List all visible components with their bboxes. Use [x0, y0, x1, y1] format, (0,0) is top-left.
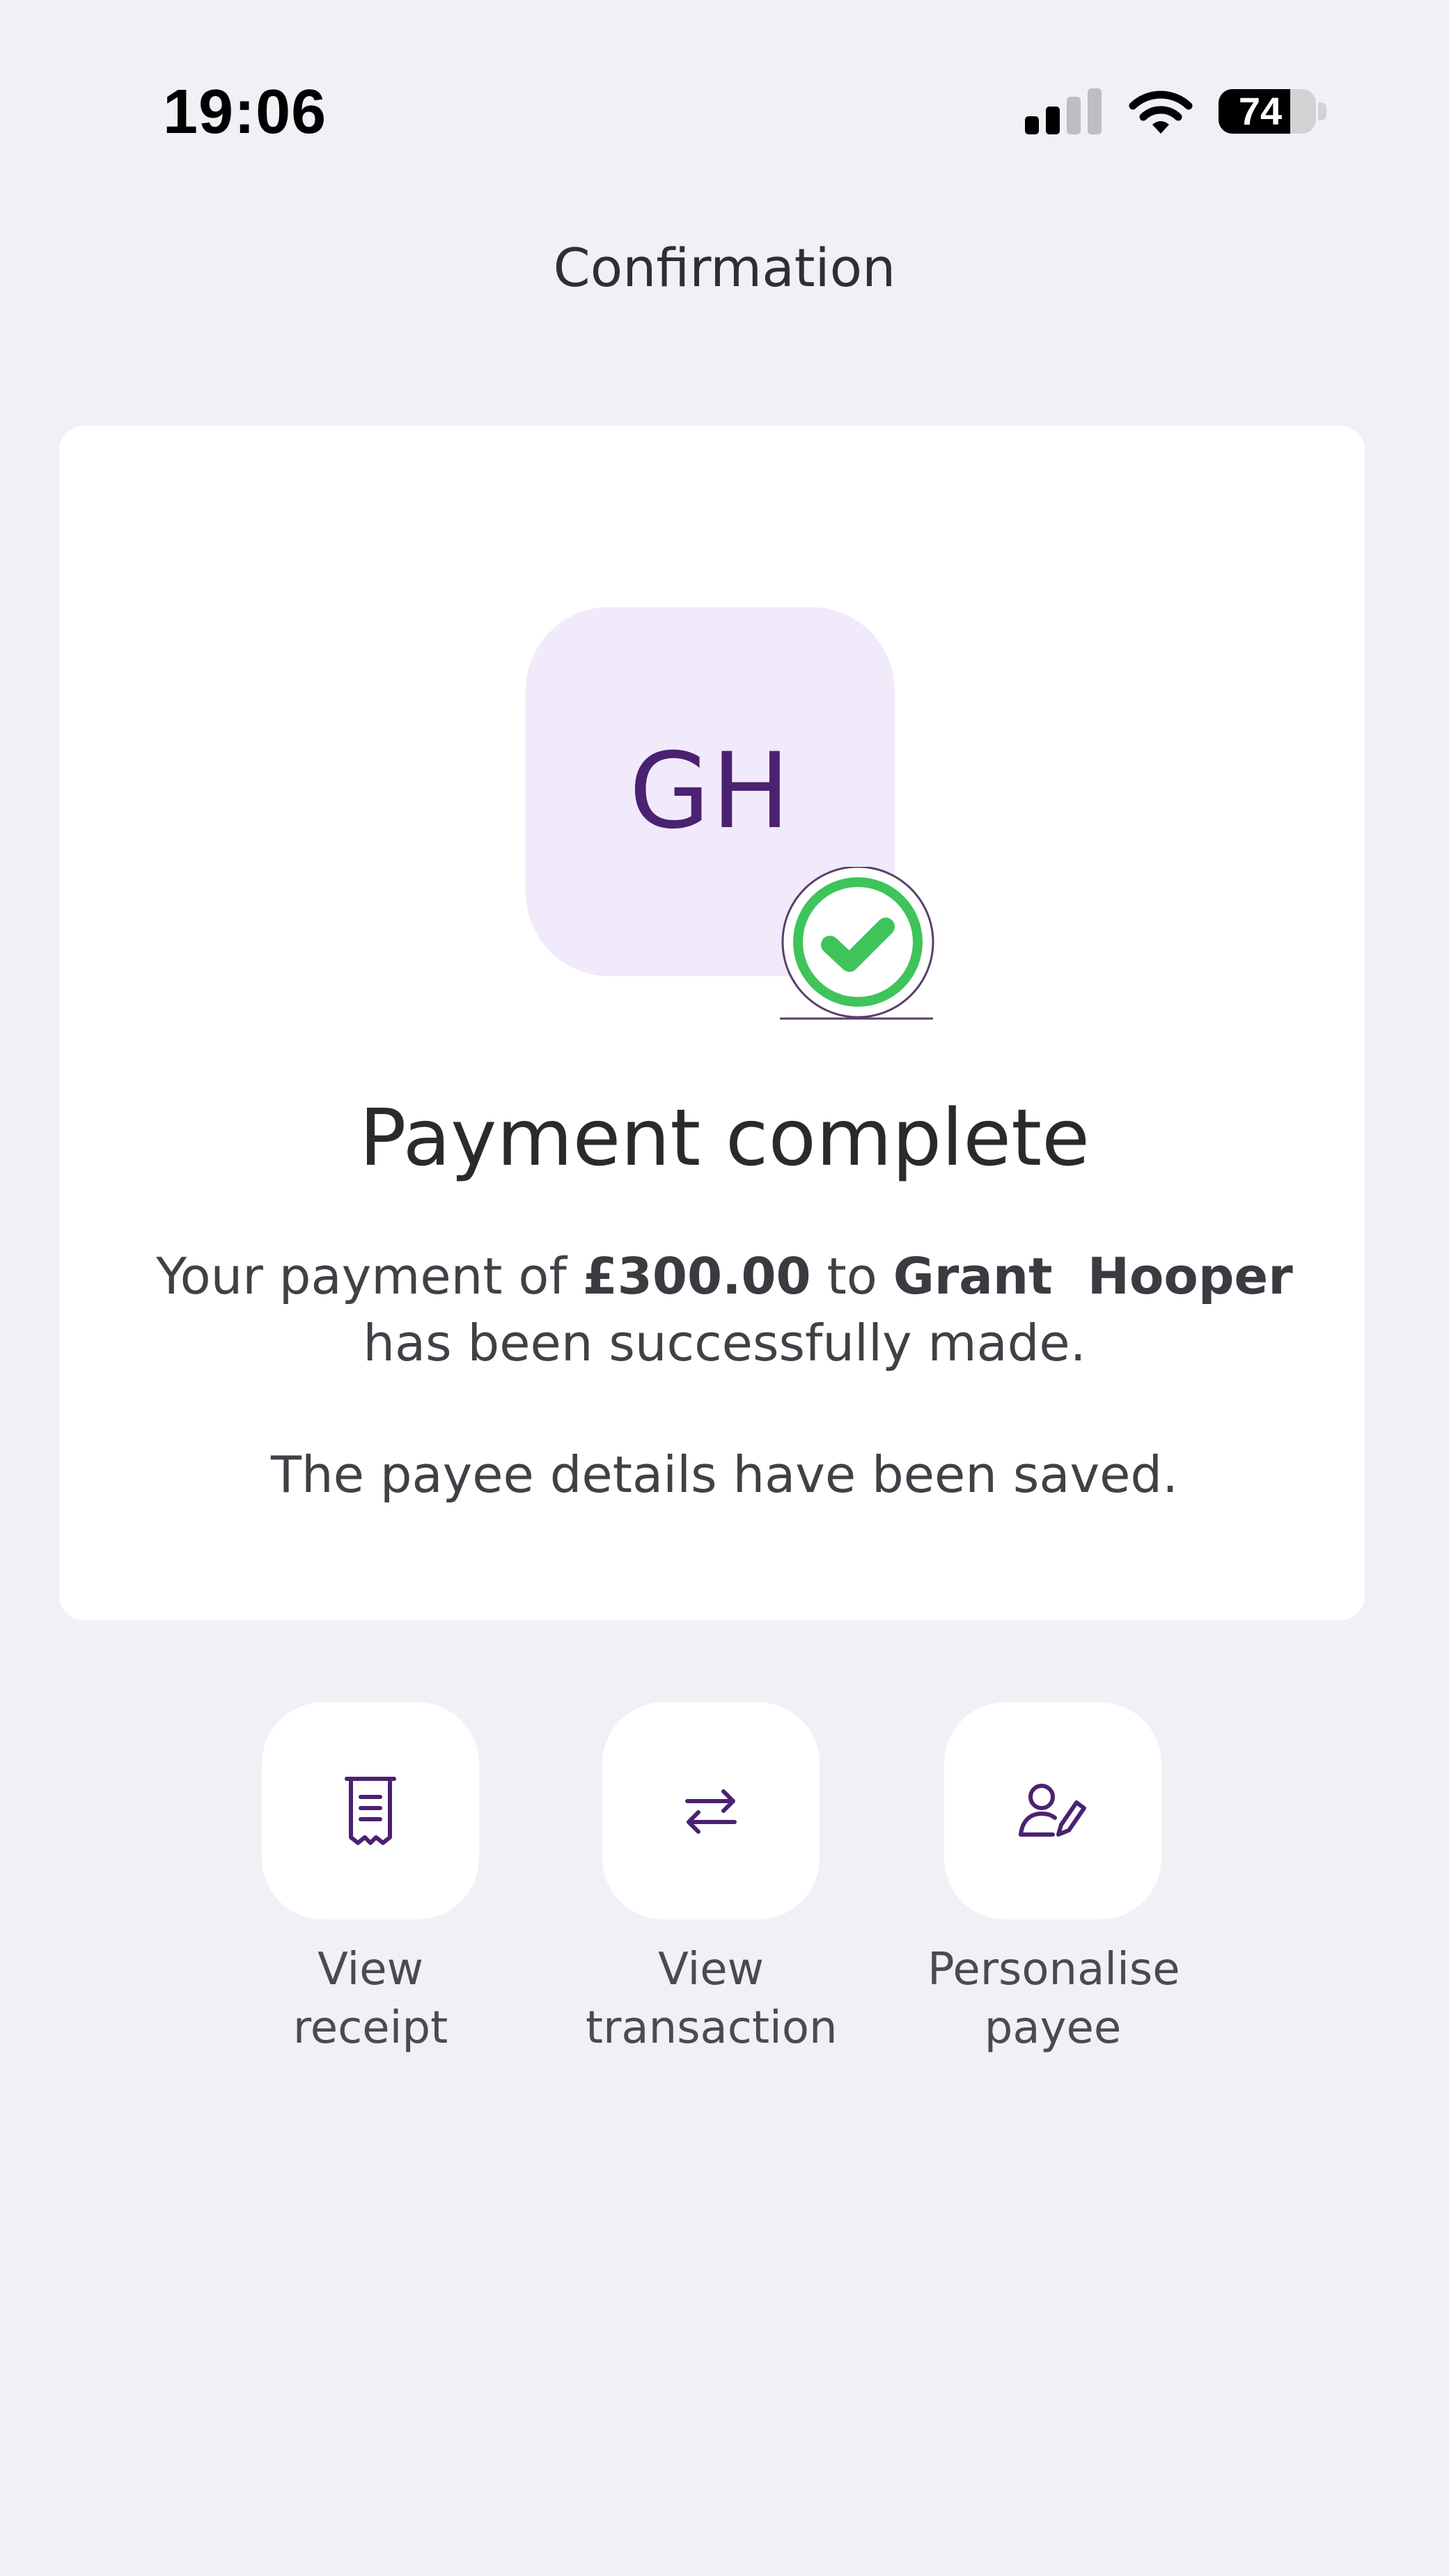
view-transaction-label[interactable]: View transaction: [586, 1940, 838, 2057]
status-bar: 19:06 74: [0, 0, 1449, 153]
view-receipt-tile[interactable]: [262, 1702, 479, 1919]
payment-amount: £300.00: [582, 1247, 811, 1305]
personalise-payee-button[interactable]: Personalise payee: [927, 1702, 1180, 2057]
status-time: 19:06: [163, 77, 327, 147]
confirmation-card: [59, 426, 1365, 1620]
transfer-arrows-icon: [685, 1789, 737, 1834]
payment-complete-heading: Payment complete: [359, 1093, 1090, 1184]
success-check-icon: [780, 867, 934, 1020]
battery-percent: 74: [1238, 89, 1283, 133]
payee-initials: GH: [629, 731, 792, 852]
cellular-signal-icon: [1025, 88, 1102, 134]
message-prefix: Your payment of: [156, 1247, 583, 1305]
payee-name: Grant Hooper: [893, 1247, 1293, 1305]
view-receipt-button[interactable]: View receipt: [245, 1702, 496, 2057]
message-suffix: has been successfully made.: [363, 1314, 1086, 1372]
view-transaction-tile[interactable]: [602, 1702, 820, 1919]
page-title: Confirmation: [553, 237, 896, 299]
view-receipt-label[interactable]: View receipt: [245, 1940, 496, 2057]
receipt-icon: [345, 1777, 396, 1845]
personalise-payee-tile[interactable]: [944, 1702, 1161, 1919]
personalise-payee-label[interactable]: Personalise payee: [927, 1940, 1180, 2057]
view-transaction-button[interactable]: View transaction: [586, 1702, 838, 2057]
wifi-icon: [1129, 91, 1193, 134]
battery-tip: [1318, 102, 1326, 120]
message-mid: to: [810, 1247, 893, 1305]
battery-icon: 74: [1219, 89, 1316, 134]
edit-person-icon: [1019, 1784, 1086, 1837]
payment-message: Your payment of £300.00 to Grant Hooper …: [139, 1243, 1310, 1376]
payee-saved-note: The payee details have been saved.: [271, 1445, 1178, 1504]
